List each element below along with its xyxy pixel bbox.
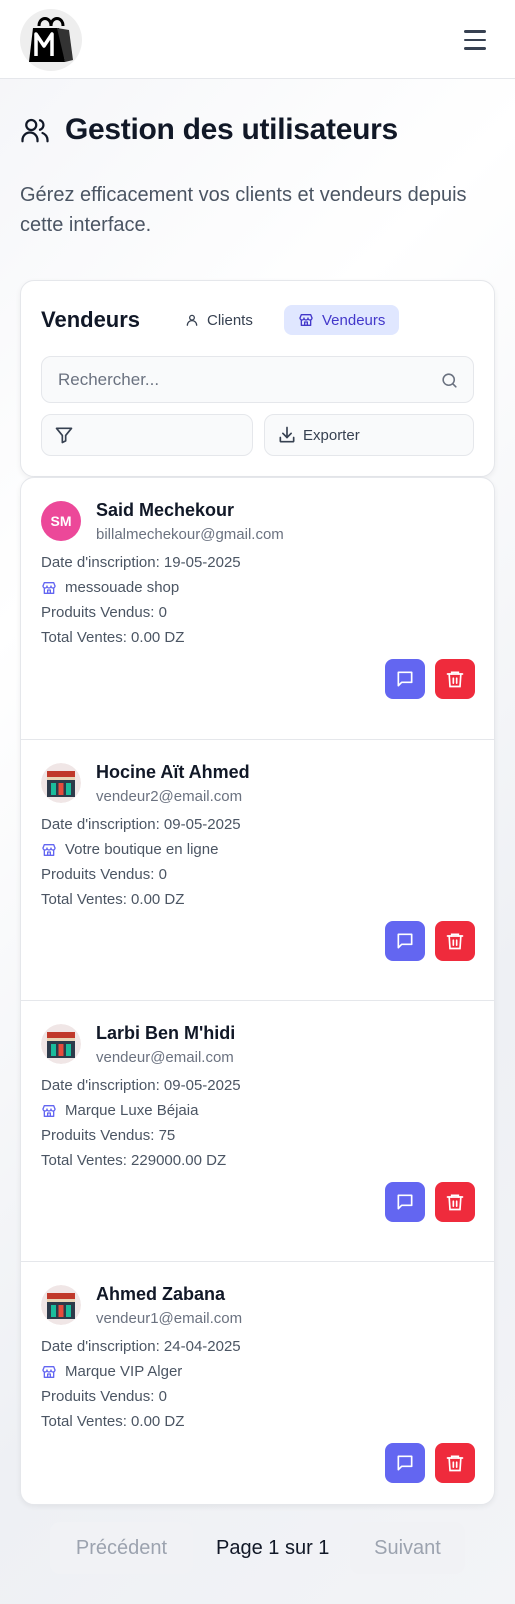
avatar xyxy=(41,1024,81,1064)
store-icon xyxy=(299,314,313,326)
search-field xyxy=(41,356,474,403)
total-sales: Total Ventes: 0.00 DZ xyxy=(41,629,185,646)
vendor-name: Ahmed Zabana xyxy=(96,1284,226,1304)
message-button[interactable] xyxy=(385,921,425,961)
top-bar xyxy=(0,0,515,79)
store-icon xyxy=(42,1104,56,1117)
storefront-avatar-icon xyxy=(41,1024,81,1064)
pagination: Précédent Page 1 sur 1 Suivant xyxy=(50,1522,465,1574)
search-input[interactable] xyxy=(42,357,473,402)
registration-date: Date d'inscription: 09-05-2025 xyxy=(41,816,241,833)
page-subtitle: Gérez efficacement vos clients et vendeu… xyxy=(20,184,467,236)
products-sold: Produits Vendus: 75 xyxy=(41,1127,176,1144)
storefront-avatar-icon xyxy=(41,1285,81,1325)
users-icon xyxy=(21,118,49,143)
vendor-row: SM Said Mechekour billalmechekour@gmail.… xyxy=(21,478,494,739)
filter-button[interactable] xyxy=(41,414,253,456)
total-sales: Total Ventes: 229000.00 DZ xyxy=(41,1152,227,1169)
vendor-name: Larbi Ben M'hidi xyxy=(96,1023,236,1043)
registration-date: Date d'inscription: 19-05-2025 xyxy=(41,554,241,571)
delete-button[interactable] xyxy=(435,1182,475,1222)
trash-icon xyxy=(446,671,464,688)
message-button[interactable] xyxy=(385,1443,425,1483)
search-icon[interactable] xyxy=(440,371,459,390)
shopping-bag-logo-icon xyxy=(29,17,73,62)
shop-line: messouade shop xyxy=(41,579,179,596)
export-label: Exporter xyxy=(303,426,360,444)
vendor-email: billalmechekour@gmail.com xyxy=(96,526,284,543)
next-page-button[interactable]: Suivant xyxy=(350,1522,465,1574)
avatar: SM xyxy=(41,501,81,541)
hamburger-icon-bar xyxy=(464,38,486,42)
page-header: Gestion des utilisateurs xyxy=(20,110,398,150)
previous-page-button[interactable]: Précédent xyxy=(50,1522,193,1574)
vendor-email: vendeur2@email.com xyxy=(96,788,243,805)
panel-heading: Vendeurs xyxy=(41,307,141,332)
message-icon xyxy=(397,933,413,949)
brand-logo[interactable] xyxy=(20,9,82,71)
shop-line: Marque Luxe Béjaia xyxy=(41,1102,198,1119)
store-icon xyxy=(42,843,56,856)
message-icon xyxy=(397,1455,413,1471)
hamburger-icon-bar xyxy=(464,47,486,50)
user-icon xyxy=(186,314,198,326)
delete-button[interactable] xyxy=(435,921,475,961)
products-sold: Produits Vendus: 0 xyxy=(41,1388,167,1405)
avatar xyxy=(41,763,81,803)
vendor-row: Larbi Ben M'hidi vendeur@email.com Date … xyxy=(21,1000,494,1261)
delete-button[interactable] xyxy=(435,1443,475,1483)
message-icon xyxy=(397,671,413,687)
menu-button[interactable] xyxy=(460,25,490,55)
avatar xyxy=(41,1285,81,1325)
tab-label: Vendeurs xyxy=(322,311,386,329)
trash-icon xyxy=(446,1455,464,1472)
message-button[interactable] xyxy=(385,659,425,699)
vendor-name: Hocine Aït Ahmed xyxy=(96,762,250,782)
registration-date: Date d'inscription: 24-04-2025 xyxy=(41,1338,241,1355)
tab-clients[interactable]: Clients xyxy=(171,305,267,335)
tab-label: Clients xyxy=(207,311,253,329)
total-sales: Total Ventes: 0.00 DZ xyxy=(41,1413,185,1430)
vendor-list: SM Said Mechekour billalmechekour@gmail.… xyxy=(20,477,495,1505)
shop-line: Marque VIP Alger xyxy=(41,1363,182,1380)
hamburger-icon-bar xyxy=(464,30,486,33)
message-button[interactable] xyxy=(385,1182,425,1222)
vendor-email: vendeur@email.com xyxy=(96,1049,234,1066)
registration-date: Date d'inscription: 09-05-2025 xyxy=(41,1077,241,1094)
page-title: Gestion des utilisateurs xyxy=(65,113,398,146)
vendor-email: vendeur1@email.com xyxy=(96,1310,243,1327)
delete-button[interactable] xyxy=(435,659,475,699)
shop-name: Marque Luxe Béjaia xyxy=(65,1102,199,1119)
trash-icon xyxy=(446,933,464,950)
store-icon xyxy=(42,581,56,594)
message-icon xyxy=(397,1194,413,1210)
trash-icon xyxy=(446,1194,464,1211)
filter-panel: Vendeurs Clients Vendeurs Exporter xyxy=(20,280,495,477)
shop-name: Marque VIP Alger xyxy=(65,1363,183,1380)
download-icon xyxy=(279,426,295,443)
products-sold: Produits Vendus: 0 xyxy=(41,866,167,883)
store-icon xyxy=(42,1365,56,1378)
products-sold: Produits Vendus: 0 xyxy=(41,604,167,621)
tab-vendeurs[interactable]: Vendeurs xyxy=(284,305,400,335)
shop-name: messouade shop xyxy=(65,579,180,596)
export-button[interactable]: Exporter xyxy=(264,414,474,456)
filter-icon xyxy=(55,427,73,444)
vendor-name: Said Mechekour xyxy=(96,500,235,520)
storefront-avatar-icon xyxy=(41,763,81,803)
shop-name: Votre boutique en ligne xyxy=(65,841,219,858)
page-indicator: Page 1 sur 1 xyxy=(216,1536,330,1559)
total-sales: Total Ventes: 0.00 DZ xyxy=(41,891,185,908)
shop-line: Votre boutique en ligne xyxy=(41,841,218,858)
vendor-row: Ahmed Zabana vendeur1@email.com Date d'i… xyxy=(21,1261,494,1504)
vendor-row: Hocine Aït Ahmed vendeur2@email.com Date… xyxy=(21,739,494,1000)
